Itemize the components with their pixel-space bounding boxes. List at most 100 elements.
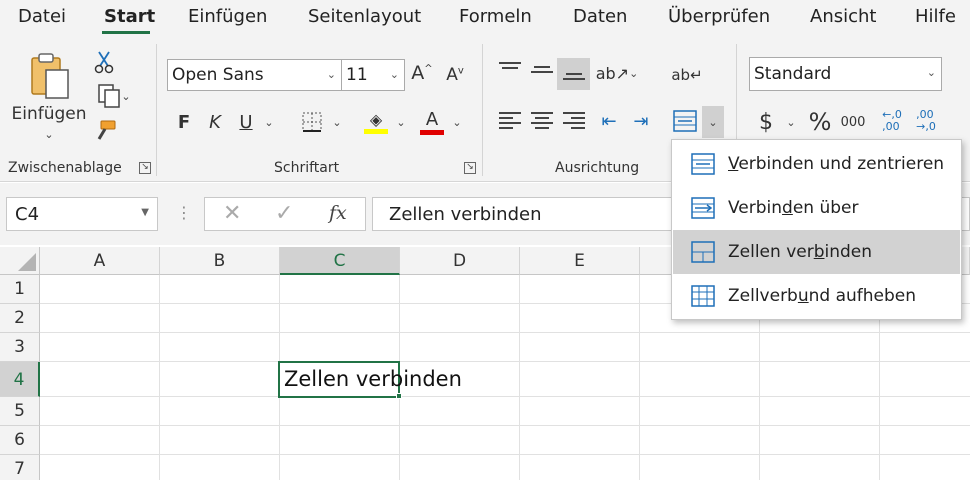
borders-dropdown-icon[interactable]: ⌄ (330, 114, 344, 130)
confirm-icon[interactable]: ✓ (275, 201, 293, 226)
thousands-icon: 000 (840, 114, 866, 130)
align-middle-icon[interactable] (531, 66, 553, 84)
column-header-e[interactable]: E (520, 247, 640, 275)
format-painter-button[interactable] (92, 118, 118, 144)
decrease-indent-button[interactable]: ⇤ (596, 108, 622, 134)
menu-item-label: Zellverbund aufheben (728, 286, 917, 306)
menu-item-label: Verbinden über (728, 198, 859, 218)
menu-item-label: Verbinden und zentrieren (728, 154, 945, 174)
merge-dropdown-button[interactable]: ⌄ (702, 106, 724, 138)
align-right-icon[interactable] (563, 112, 585, 130)
tab-datei[interactable]: Datei (18, 6, 66, 27)
gridline (519, 275, 520, 480)
chevron-down-icon: ⌄ (708, 115, 718, 129)
merge-center-button[interactable] (670, 106, 700, 136)
fill-color-dropdown-icon[interactable]: ⌄ (394, 114, 408, 130)
clipboard-group-label: Zwischenablage (8, 160, 122, 176)
font-dialog-launcher-icon[interactable]: ↘ (464, 162, 476, 174)
column-header-a[interactable]: A (40, 247, 160, 275)
number-format-select[interactable]: Standard ⌄ (749, 57, 942, 91)
row-header-5[interactable]: 5 (0, 397, 40, 426)
underline-button[interactable]: U (234, 108, 258, 136)
font-color-button[interactable]: A (418, 106, 446, 138)
decrease-decimal-button[interactable]: ,00 →,0 (912, 104, 940, 138)
menu-item-merge-cells[interactable]: Zellen verbinden (673, 230, 960, 274)
row-header-3[interactable]: 3 (0, 333, 40, 362)
currency-dropdown-icon[interactable]: ⌄ (784, 114, 798, 130)
orientation-button[interactable]: ab↗ ⌄ (596, 60, 639, 86)
row-header-4[interactable]: 4 (0, 362, 40, 397)
font-size-select[interactable]: 11 ⌄ (341, 59, 405, 91)
menu-item-merge-across[interactable]: Verbinden über (673, 186, 960, 230)
select-all-button[interactable] (0, 247, 40, 275)
copy-button[interactable]: ⌄ (90, 82, 138, 110)
chevron-down-icon: ▼ (141, 207, 149, 218)
insert-function-icon[interactable]: fx (329, 202, 347, 224)
underline-icon: U (239, 111, 253, 133)
fill-handle[interactable] (396, 393, 402, 399)
excel-window: Datei Start Einfügen Seitenlayout Formel… (0, 0, 970, 480)
merge-center-icon (691, 153, 715, 175)
tab-seitenlayout[interactable]: Seitenlayout (308, 6, 421, 27)
unmerge-cells-icon (691, 285, 715, 307)
name-box[interactable]: C4 ▼ (6, 197, 158, 231)
align-center-icon[interactable] (531, 112, 553, 130)
tab-formeln[interactable]: Formeln (459, 6, 532, 27)
ribbon-tab-bar: Datei Start Einfügen Seitenlayout Formel… (0, 0, 970, 38)
number-format-value: Standard (754, 64, 832, 84)
group-separator (156, 44, 157, 176)
formula-bar-grip-icon[interactable]: ⋮ (176, 203, 192, 222)
chevron-down-icon: ⌄ (389, 68, 399, 81)
tab-ueberpruefen[interactable]: Überprüfen (668, 6, 770, 27)
column-header-d[interactable]: D (400, 247, 520, 275)
column-header-b[interactable]: B (160, 247, 280, 275)
active-tab-indicator (102, 31, 150, 34)
paste-button[interactable]: Einfügen ⌄ (10, 46, 88, 146)
menu-item-unmerge-cells[interactable]: Zellverbund aufheben (673, 274, 960, 318)
increase-decimal-button[interactable]: ←,0,00 (878, 104, 906, 138)
column-header-c[interactable]: C (280, 247, 400, 275)
font-color-dropdown-icon[interactable]: ⌄ (450, 114, 464, 130)
cancel-icon[interactable]: ✕ (223, 201, 241, 226)
align-left-icon[interactable] (499, 112, 521, 130)
align-top-icon[interactable] (499, 62, 521, 80)
percent-button[interactable]: % (806, 106, 834, 138)
row-header-6[interactable]: 6 (0, 426, 40, 455)
bold-button[interactable]: F (172, 108, 196, 136)
borders-button[interactable] (298, 108, 326, 136)
tab-hilfe[interactable]: Hilfe (915, 6, 956, 27)
italic-icon: K (209, 111, 221, 133)
row-header-1[interactable]: 1 (0, 275, 40, 304)
cell-c4-value: Zellen verbinden (284, 367, 462, 391)
thousands-separator-button[interactable]: 000 (838, 108, 868, 136)
clipboard-dialog-launcher-icon[interactable]: ↘ (139, 162, 151, 174)
row-header-2[interactable]: 2 (0, 304, 40, 333)
currency-button[interactable]: $ (754, 106, 778, 138)
alignment-group-label: Ausrichtung (555, 160, 640, 176)
menu-item-merge-and-center[interactable]: Verbinden und zentrieren (673, 142, 960, 186)
row-header-7[interactable]: 7 (0, 455, 40, 480)
increase-indent-button[interactable]: ⇥ (628, 108, 654, 134)
align-bottom-button[interactable] (557, 58, 590, 90)
group-separator (482, 44, 483, 176)
font-name-select[interactable]: Open Sans ⌄ (167, 59, 342, 91)
percent-icon: % (808, 108, 832, 136)
decrease-font-icon: Av (446, 65, 464, 85)
cut-button[interactable] (92, 50, 116, 74)
tab-start[interactable]: Start (104, 6, 155, 27)
decrease-font-size-button[interactable]: Av (442, 61, 468, 89)
font-color-icon: A (425, 109, 439, 130)
chevron-down-icon: ⌄ (629, 66, 639, 80)
increase-font-icon: A^ (411, 62, 433, 84)
merge-center-icon (673, 110, 697, 132)
increase-decimal-icon: ←,0,00 (882, 108, 902, 133)
font-color-swatch (420, 130, 444, 135)
tab-daten[interactable]: Daten (573, 6, 627, 27)
tab-ansicht[interactable]: Ansicht (810, 6, 876, 27)
underline-dropdown-icon[interactable]: ⌄ (262, 114, 276, 130)
italic-button[interactable]: K (203, 108, 227, 136)
fill-color-button[interactable]: ◈ (362, 106, 390, 138)
increase-font-size-button[interactable]: A^ (409, 59, 435, 87)
tab-einfuegen[interactable]: Einfügen (188, 6, 267, 27)
wrap-text-button[interactable]: ab↵ (671, 60, 702, 90)
